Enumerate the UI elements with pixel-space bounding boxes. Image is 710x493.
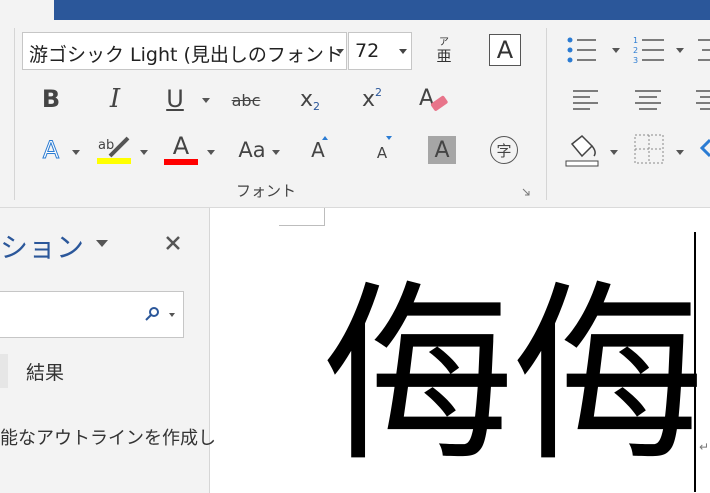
enclose-characters-icon: 字 xyxy=(496,141,512,160)
font-color-dropdown-icon[interactable] xyxy=(207,150,215,155)
bold-button[interactable]: B xyxy=(36,82,66,116)
font-size-combobox[interactable]: 72 xyxy=(348,32,412,70)
italic-icon: I xyxy=(109,84,121,114)
multilevel-list-icon[interactable] xyxy=(694,36,710,64)
change-case-button[interactable]: Aa xyxy=(234,134,270,166)
subscript-button[interactable]: x2 xyxy=(294,82,326,116)
subscript-icon: x xyxy=(299,86,314,112)
highlight-color-bar xyxy=(97,158,131,164)
align-left-icon[interactable] xyxy=(572,88,600,112)
highlighter-icon: ab xyxy=(98,136,130,158)
chevron-down-icon[interactable] xyxy=(399,49,407,54)
font-group-label: フォント xyxy=(236,182,297,200)
phonetic-guide-button[interactable]: ア 亜 xyxy=(430,32,458,68)
tab-pages[interactable] xyxy=(0,354,8,388)
borders-dropdown-icon[interactable] xyxy=(676,150,684,155)
close-icon[interactable] xyxy=(165,235,181,251)
grow-font-button[interactable]: A xyxy=(304,134,332,166)
shrink-font-button[interactable]: A xyxy=(368,134,396,166)
character-shading-button[interactable]: A xyxy=(428,136,456,164)
chevron-down-icon[interactable] xyxy=(336,49,344,54)
numbering-dropdown-icon[interactable] xyxy=(676,48,684,53)
bullets-dropdown-icon[interactable] xyxy=(612,48,620,53)
character-shading-icon: A xyxy=(434,137,450,163)
phonetic-guide-icon-bottom: 亜 xyxy=(436,46,452,65)
superscript-icon: x xyxy=(361,86,376,112)
search-icon[interactable] xyxy=(144,306,160,322)
paragraph-mark: ↵ xyxy=(699,440,710,454)
group-separator xyxy=(14,28,15,200)
align-right-icon[interactable] xyxy=(696,88,710,112)
clear-formatting-button[interactable]: A xyxy=(416,82,452,116)
navigation-pane-border xyxy=(209,208,210,493)
page-corner-mark xyxy=(324,208,325,226)
shrink-font-icon: A xyxy=(376,144,388,162)
eraser-icon: A xyxy=(419,86,448,111)
align-center-icon[interactable] xyxy=(634,88,662,112)
grow-font-icon: A xyxy=(311,138,325,162)
strikethrough-button[interactable]: abc xyxy=(226,86,266,114)
underline-icon: U xyxy=(166,85,184,113)
svg-text:ab: ab xyxy=(98,138,114,153)
font-color-button[interactable]: A xyxy=(162,132,200,166)
arrow-down-icon xyxy=(386,136,392,140)
enclose-characters-button[interactable]: 字 xyxy=(490,136,518,164)
text-effects-icon: A xyxy=(42,136,60,165)
superscript-mark: 2 xyxy=(375,85,383,99)
tab-results[interactable]: 結果 xyxy=(26,358,64,385)
shading-dropdown-icon[interactable] xyxy=(610,150,618,155)
numbering-icon[interactable]: 1 2 3 xyxy=(632,34,668,66)
navigation-search-input[interactable] xyxy=(0,291,184,338)
ribbon-tab-active[interactable] xyxy=(0,0,54,20)
svg-text:2: 2 xyxy=(633,46,638,55)
font-size-value: 72 xyxy=(355,40,380,62)
svg-text:1: 1 xyxy=(633,36,638,45)
borders-icon[interactable] xyxy=(634,134,664,164)
superscript-button[interactable]: x2 xyxy=(356,82,388,116)
navigation-pane-title: ション xyxy=(0,231,85,264)
font-color-icon: A xyxy=(172,132,190,160)
bullets-icon[interactable] xyxy=(566,36,600,64)
underline-dropdown-icon[interactable] xyxy=(202,98,210,103)
title-bar xyxy=(0,0,710,20)
svg-text:3: 3 xyxy=(633,56,638,65)
text-effects-button[interactable]: A xyxy=(36,134,66,166)
font-color-bar xyxy=(164,159,198,165)
dialog-launcher-icon[interactable] xyxy=(522,188,530,196)
font-name-value: 游ゴシック Light (見出しのフォント - xyxy=(29,44,356,66)
character-border-button[interactable]: A xyxy=(489,34,521,66)
italic-button[interactable]: I xyxy=(100,82,130,116)
navigation-hint-text: 能なアウトラインを作成し xyxy=(0,428,216,449)
phonetic-guide-icon-top: ア xyxy=(439,36,449,48)
text-effects-dropdown-icon[interactable] xyxy=(72,150,80,155)
search-options-icon[interactable] xyxy=(169,313,175,317)
bold-icon: B xyxy=(41,85,61,113)
change-case-icon: Aa xyxy=(238,138,266,162)
highlight-button[interactable]: ab xyxy=(94,132,134,166)
highlight-dropdown-icon[interactable] xyxy=(140,150,148,155)
arrow-up-icon xyxy=(322,136,328,140)
svg-text:A: A xyxy=(419,86,434,111)
sort-icon[interactable] xyxy=(700,138,710,158)
subscript-mark: 2 xyxy=(313,99,321,113)
pane-options-icon[interactable] xyxy=(96,240,108,247)
page-corner-mark xyxy=(279,225,325,226)
font-name-combobox[interactable]: 游ゴシック Light (見出しのフォント - xyxy=(22,32,356,70)
paint-bucket-icon[interactable] xyxy=(564,132,602,168)
document-text[interactable]: 侮侮 xyxy=(322,272,704,482)
strikethrough-icon: abc xyxy=(231,90,261,110)
group-separator xyxy=(546,28,547,200)
underline-button[interactable]: U xyxy=(160,82,190,116)
change-case-dropdown-icon[interactable] xyxy=(272,150,280,155)
character-border-icon: A xyxy=(496,36,514,64)
text-cursor xyxy=(694,232,696,492)
